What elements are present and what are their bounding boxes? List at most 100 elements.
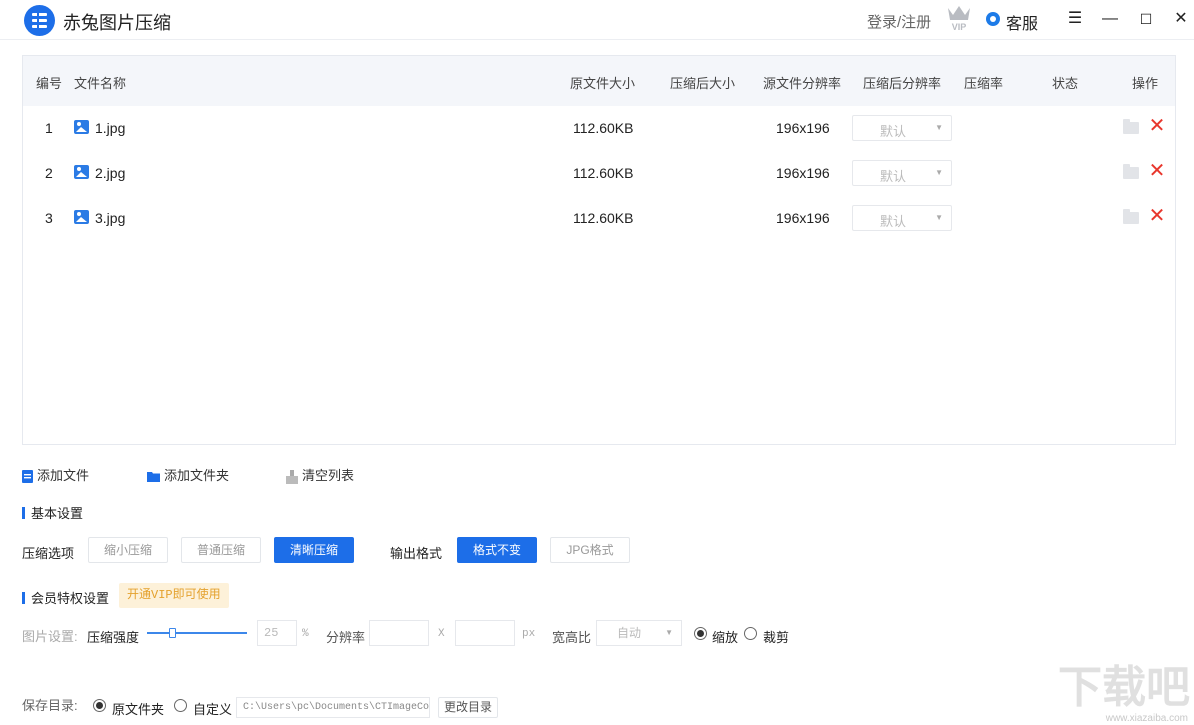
column-header-status: 状态 xyxy=(1052,76,1079,91)
app-title: 赤兔图片压缩 xyxy=(63,13,171,33)
file-name: 3.jpg xyxy=(95,210,126,226)
aspect-ratio-value: 自动 xyxy=(617,626,642,640)
dropdown-arrow-icon: ▼ xyxy=(935,168,943,177)
strength-slider-track[interactable] xyxy=(147,632,247,634)
column-header-actions: 操作 xyxy=(1132,76,1159,91)
add-file-icon xyxy=(22,470,33,484)
title-bar: 赤兔图片压缩 登录/注册 VIP 客服 ☰ — ☐ ✕ xyxy=(0,0,1194,40)
compress-options-label: 压缩选项 xyxy=(22,546,75,561)
resolution-width-input[interactable] xyxy=(369,620,429,646)
output-format-label: 输出格式 xyxy=(390,546,443,561)
column-header-ratio: 压缩率 xyxy=(964,76,1004,91)
basic-settings-title: 基本设置 xyxy=(31,506,84,521)
normal-compress-button[interactable]: 普通压缩 xyxy=(181,537,261,563)
source-resolution: 196x196 xyxy=(776,165,830,181)
save-dir-label: 保存目录: xyxy=(22,698,78,713)
vip-settings-title: 会员特权设置 xyxy=(31,591,110,606)
column-header-name: 文件名称 xyxy=(74,76,127,91)
add-folder-label: 添加文件夹 xyxy=(164,468,230,483)
percent-unit: % xyxy=(302,628,309,640)
target-resolution-select[interactable]: 默认 ▼ xyxy=(852,205,952,231)
watermark-url: www.xiazaiba.com xyxy=(1105,713,1188,724)
original-size: 112.60KB xyxy=(573,165,634,181)
scale-radio[interactable] xyxy=(694,627,707,640)
crop-option-label: 裁剪 xyxy=(763,630,790,645)
add-folder-icon xyxy=(147,472,160,483)
clear-list-button[interactable]: 清空列表 xyxy=(286,465,354,484)
dropdown-arrow-icon: ▼ xyxy=(665,628,673,637)
basic-settings-heading: 基本设置 xyxy=(22,503,83,522)
save-path-input[interactable]: C:\Users\pc\Documents\CTImageCo xyxy=(236,697,430,718)
aspect-ratio-select[interactable]: 自动 ▼ xyxy=(596,620,682,646)
dropdown-arrow-icon: ▼ xyxy=(935,123,943,132)
change-directory-button[interactable]: 更改目录 xyxy=(438,697,498,718)
image-settings-label: 图片设置: xyxy=(22,629,78,644)
source-resolution: 196x196 xyxy=(776,210,830,226)
custom-folder-label: 自定义 xyxy=(193,702,233,717)
px-unit: px xyxy=(522,628,536,640)
shrink-compress-button[interactable]: 缩小压缩 xyxy=(88,537,168,563)
clear-compress-button[interactable]: 清晰压缩 xyxy=(274,537,354,563)
table-row[interactable]: 2 2.jpg 112.60KB 196x196 默认 ▼ ✕ xyxy=(23,151,1175,196)
add-folder-button[interactable]: 添加文件夹 xyxy=(147,465,229,484)
strength-label: 压缩强度 xyxy=(87,630,140,645)
strength-slider-thumb[interactable] xyxy=(169,628,176,638)
delete-icon[interactable]: ✕ xyxy=(1148,204,1166,228)
crop-radio[interactable] xyxy=(744,627,757,640)
original-size: 112.60KB xyxy=(573,210,634,226)
column-header-index: 编号 xyxy=(36,76,63,91)
strength-input[interactable]: 25 xyxy=(257,620,297,646)
customer-service-link[interactable]: 客服 xyxy=(1006,10,1038,34)
customer-service-icon[interactable] xyxy=(986,12,1000,26)
keep-format-button[interactable]: 格式不变 xyxy=(457,537,537,563)
delete-icon[interactable]: ✕ xyxy=(1148,159,1166,183)
close-icon[interactable]: ✕ xyxy=(1170,8,1192,30)
add-file-button[interactable]: 添加文件 xyxy=(22,465,89,484)
vip-label: VIP xyxy=(952,22,967,32)
target-resolution-select[interactable]: 默认 ▼ xyxy=(852,115,952,141)
open-folder-icon[interactable] xyxy=(1123,209,1139,224)
file-name: 1.jpg xyxy=(95,120,126,136)
vip-crown-icon[interactable]: VIP xyxy=(946,4,972,32)
column-header-target-resolution: 压缩后分辨率 xyxy=(863,76,942,91)
maximize-icon[interactable]: ☐ xyxy=(1135,8,1157,30)
image-file-icon xyxy=(74,210,89,224)
site-watermark: 下载吧 www.xiazaiba.com xyxy=(1058,663,1192,725)
login-register-link[interactable]: 登录/注册 xyxy=(867,11,931,32)
original-folder-label: 原文件夹 xyxy=(112,702,165,717)
broom-icon xyxy=(286,469,298,484)
target-resolution-value: 默认 xyxy=(880,214,907,229)
row-index: 1 xyxy=(45,120,53,136)
watermark-text: 下载吧 xyxy=(1058,663,1190,712)
file-name: 2.jpg xyxy=(95,165,126,181)
app-logo-icon xyxy=(24,5,55,36)
add-file-label: 添加文件 xyxy=(37,468,90,483)
resolution-height-input[interactable] xyxy=(455,620,515,646)
image-file-icon xyxy=(74,165,89,179)
original-folder-radio[interactable] xyxy=(93,699,106,712)
original-size: 112.60KB xyxy=(573,120,634,136)
vip-upgrade-badge[interactable]: 开通VIP即可使用 xyxy=(119,583,229,608)
minimize-icon[interactable]: — xyxy=(1099,8,1121,30)
row-index: 3 xyxy=(45,210,53,226)
row-index: 2 xyxy=(45,165,53,181)
aspect-ratio-label: 宽高比 xyxy=(552,630,592,645)
delete-icon[interactable]: ✕ xyxy=(1148,114,1166,138)
jpg-format-button[interactable]: JPG格式 xyxy=(550,537,630,563)
table-row[interactable]: 3 3.jpg 112.60KB 196x196 默认 ▼ ✕ xyxy=(23,196,1175,241)
open-folder-icon[interactable] xyxy=(1123,164,1139,179)
vip-settings-heading: 会员特权设置 xyxy=(22,588,109,607)
column-header-source-resolution: 源文件分辨率 xyxy=(763,76,842,91)
times-label: X xyxy=(438,628,445,640)
open-folder-icon[interactable] xyxy=(1123,119,1139,134)
target-resolution-select[interactable]: 默认 ▼ xyxy=(852,160,952,186)
menu-icon[interactable]: ☰ xyxy=(1064,8,1086,30)
source-resolution: 196x196 xyxy=(776,120,830,136)
table-header: 编号 文件名称 原文件大小 压缩后大小 源文件分辨率 压缩后分辨率 压缩率 状态… xyxy=(23,56,1175,106)
target-resolution-value: 默认 xyxy=(880,124,907,139)
resolution-label: 分辨率 xyxy=(326,630,366,645)
custom-folder-radio[interactable] xyxy=(174,699,187,712)
table-row[interactable]: 1 1.jpg 112.60KB 196x196 默认 ▼ ✕ xyxy=(23,106,1175,151)
file-table: 编号 文件名称 原文件大小 压缩后大小 源文件分辨率 压缩后分辨率 压缩率 状态… xyxy=(22,55,1176,445)
dropdown-arrow-icon: ▼ xyxy=(935,213,943,222)
